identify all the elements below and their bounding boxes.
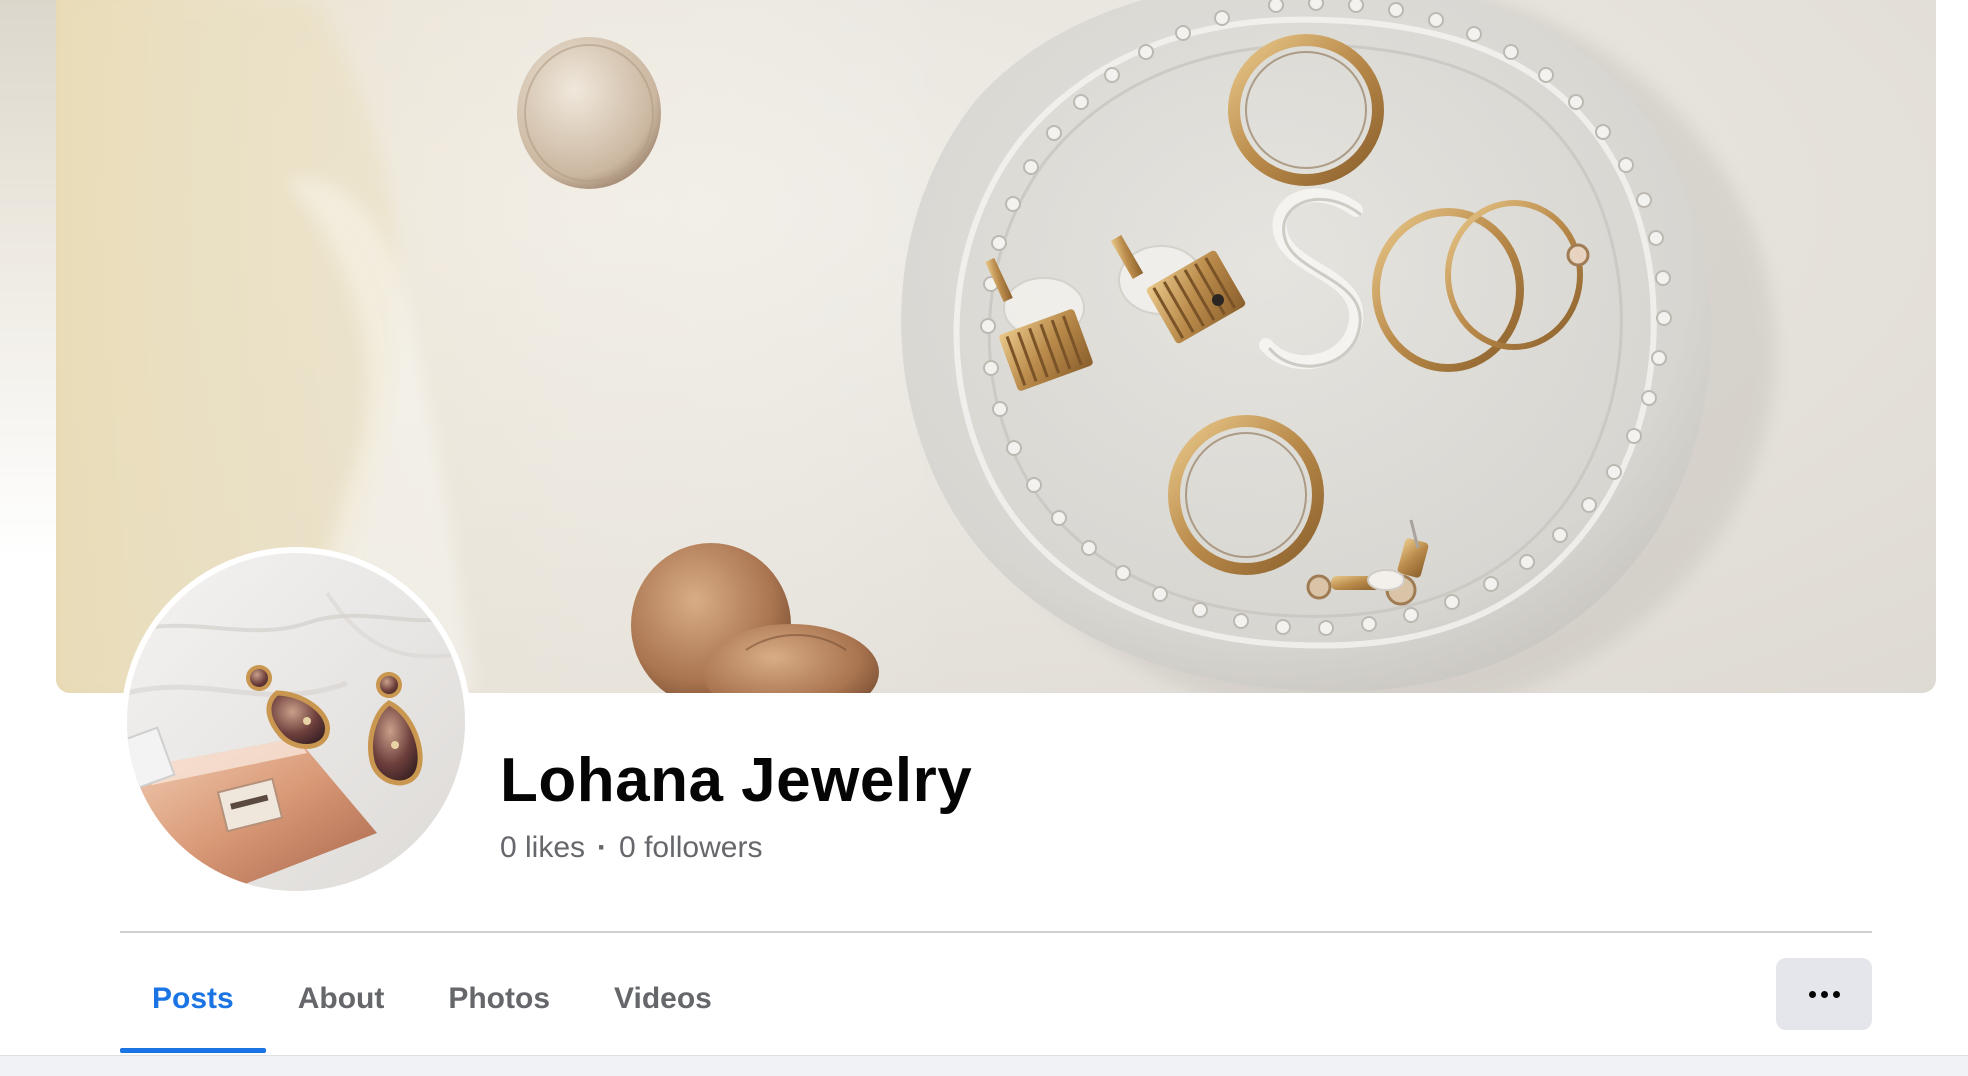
- stats-separator: ·: [597, 831, 608, 864]
- page-title: Lohana Jewelry: [500, 746, 973, 815]
- profile-photo: [127, 553, 465, 891]
- profile-photo-image: [127, 553, 465, 891]
- likes-count[interactable]: 0 likes: [500, 830, 585, 866]
- tab-photos[interactable]: Photos: [416, 945, 582, 1053]
- followers-count[interactable]: 0 followers: [619, 830, 762, 866]
- page-content-background: [0, 1055, 1968, 1076]
- more-horizontal-icon: [1808, 990, 1840, 998]
- left-background-fade: [0, 0, 60, 560]
- page-stats: 0 likes · 0 followers: [500, 830, 762, 866]
- facebook-page-header: Lohana Jewelry 0 likes · 0 followers Pos…: [0, 0, 1968, 1076]
- tab-about[interactable]: About: [266, 945, 417, 1053]
- page-tabs: Posts About Photos Videos: [120, 945, 744, 1053]
- profile-picture[interactable]: [121, 547, 471, 897]
- more-options-button[interactable]: [1776, 958, 1872, 1030]
- header-divider: [120, 931, 1872, 933]
- tab-videos[interactable]: Videos: [582, 945, 744, 1053]
- tab-posts[interactable]: Posts: [120, 945, 266, 1053]
